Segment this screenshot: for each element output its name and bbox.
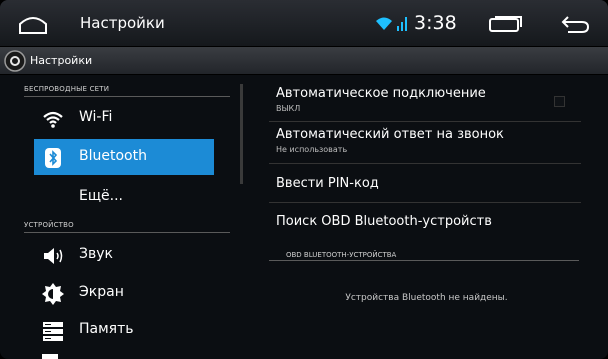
sidebar-item-label: Звук <box>79 246 113 262</box>
pref-title: Автоматический ответ на звонок <box>276 127 504 142</box>
clock: 3:38 <box>414 12 457 34</box>
statusbar-title: Настройки <box>80 14 165 32</box>
sidebar-item-label: Память <box>79 321 134 337</box>
sidebar-item-bluetooth[interactable]: Bluetooth <box>34 139 214 175</box>
settings-app-icon[interactable] <box>4 50 26 72</box>
sidebar-item-label: Bluetooth <box>79 148 147 164</box>
section-divider <box>24 96 230 97</box>
empty-devices-message: Устройства Bluetooth не найдены. <box>345 293 508 303</box>
sidebar-item-label: Экран <box>79 284 124 300</box>
pref-summary: Не использовать <box>276 145 348 154</box>
pref-title: Автоматическое подключение <box>276 86 486 101</box>
sidebar-item-storage[interactable]: Память <box>34 312 214 348</box>
storage-icon <box>43 322 63 341</box>
pref-summary: ВЫКЛ <box>276 104 301 113</box>
sidebar-item-label: Ещё... <box>79 188 123 204</box>
sidebar-item-display[interactable]: Экран <box>34 275 214 311</box>
home-icon[interactable] <box>18 14 48 34</box>
pref-enter-pin[interactable]: Ввести PIN-код <box>276 176 576 191</box>
speaker-icon <box>44 248 63 264</box>
pref-divider <box>269 202 581 203</box>
section-divider <box>24 232 230 233</box>
settings-screen: Настройки 3:38 Настройки БЕСПРОВОДНЫЕ СЕ… <box>0 0 608 359</box>
wifi-icon <box>43 111 63 128</box>
pref-divider <box>269 163 581 164</box>
section-header-wireless: БЕСПРОВОДНЫЕ СЕТИ <box>24 85 110 93</box>
next-item-icon-partial <box>42 354 58 359</box>
section-header-device: УСТРОЙСТВО <box>24 221 74 229</box>
sidebar-item-wifi[interactable]: Wi-Fi <box>34 100 214 136</box>
actionbar-title: Настройки <box>30 54 93 67</box>
pref-title: Поиск OBD Bluetooth-устройств <box>276 214 492 229</box>
auto-connect-checkbox[interactable] <box>554 96 565 107</box>
brightness-icon <box>42 283 64 305</box>
sidebar-item-label: Wi-Fi <box>79 109 113 125</box>
back-icon[interactable] <box>560 14 590 34</box>
system-bar: Настройки 3:38 <box>0 0 608 47</box>
bluetooth-icon <box>45 148 61 168</box>
action-bar: Настройки <box>0 47 608 75</box>
wifi-icon <box>376 17 392 30</box>
settings-sidebar: БЕСПРОВОДНЫЕ СЕТИ Wi-Fi Bluetooth Ещё...… <box>0 75 245 359</box>
sidebar-item-more[interactable]: Ещё... <box>34 179 214 215</box>
sidebar-scrollbar[interactable] <box>240 84 243 184</box>
pref-title: Ввести PIN-код <box>276 176 379 191</box>
sidebar-item-sound[interactable]: Звук <box>34 237 214 273</box>
recent-apps-icon[interactable] <box>489 16 523 32</box>
pref-auto-answer[interactable]: Автоматический ответ на звонок Не исполь… <box>276 127 576 154</box>
section-divider <box>269 260 579 261</box>
pref-divider <box>269 121 581 122</box>
signal-icon <box>397 17 407 31</box>
pref-search-obd[interactable]: Поиск OBD Bluetooth-устройств <box>276 214 576 229</box>
bluetooth-settings-panel: Автоматическое подключение ВЫКЛ Автомати… <box>245 75 608 359</box>
pref-auto-connect[interactable]: Автоматическое подключение ВЫКЛ <box>276 86 576 113</box>
obd-devices-header: OBD BLUETOOTH-УСТРОЙСТВА <box>286 251 397 259</box>
